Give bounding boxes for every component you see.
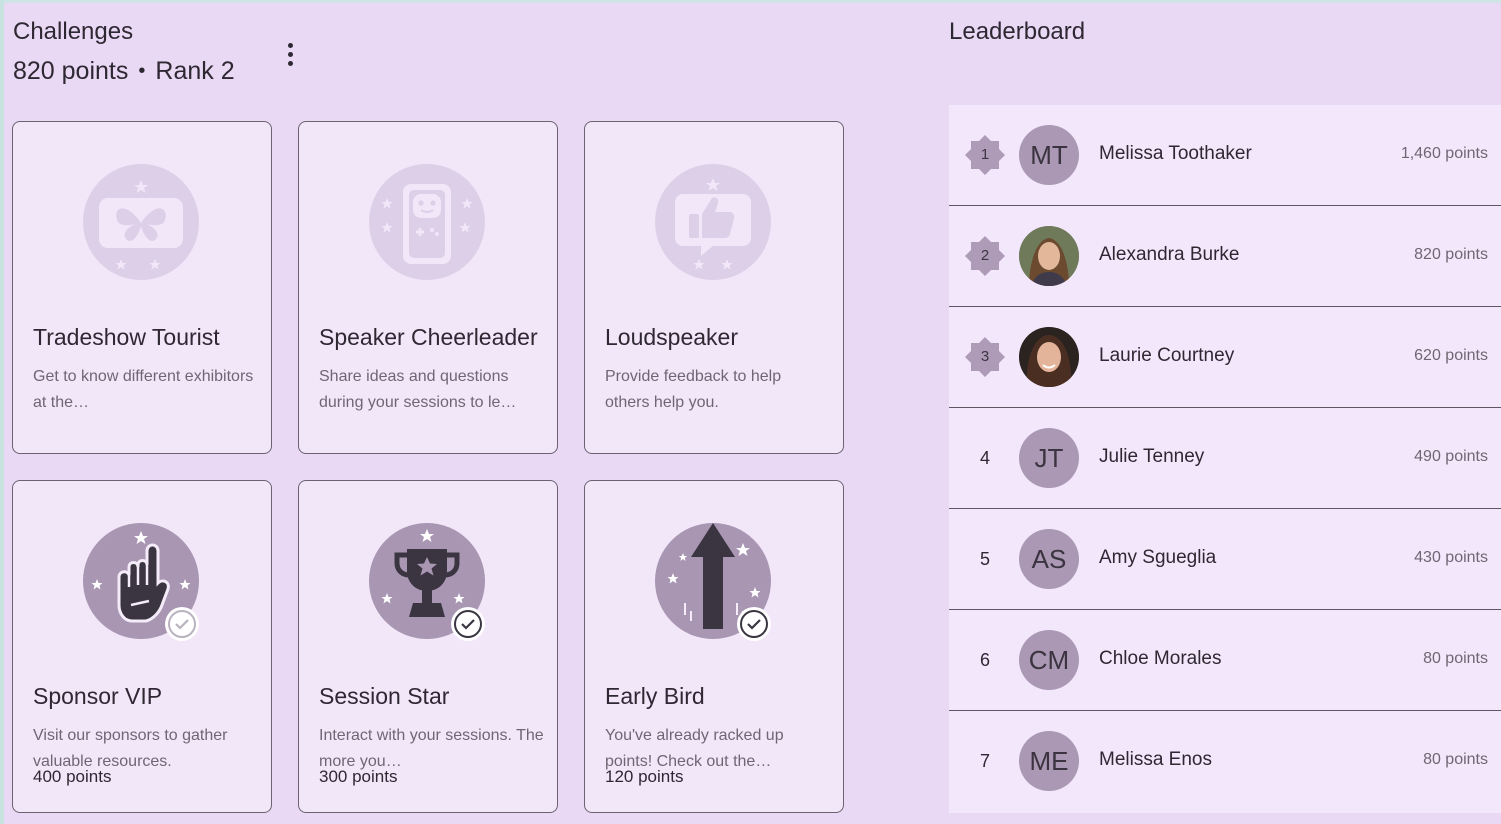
challenge-title: Sponsor VIP xyxy=(33,683,163,709)
robot-phone-badge-icon xyxy=(369,164,485,280)
avatar: JT xyxy=(1019,428,1079,488)
challenge-title: Early Bird xyxy=(605,683,705,709)
challenge-points: 300 points xyxy=(319,767,398,786)
avatar: ME xyxy=(1019,731,1079,791)
more-vertical-icon[interactable] xyxy=(278,40,302,70)
leaderboard-row[interactable]: 4 JT Julie Tenney 490 points xyxy=(949,408,1501,509)
avatar: AS xyxy=(1019,529,1079,589)
leader-points: 80 points xyxy=(1423,650,1488,667)
challenges-title: Challenges xyxy=(13,18,134,45)
rank-number: 6 xyxy=(979,650,990,670)
challenge-card-loudspeaker[interactable]: Loudspeaker Provide feedback to help oth… xyxy=(584,121,844,454)
leader-name: Melissa Enos xyxy=(1099,749,1212,770)
challenge-card-early-bird[interactable]: Early Bird You've already racked up poin… xyxy=(584,480,844,813)
butterfly-ticket-badge-icon xyxy=(83,164,199,280)
rank-number: 3 xyxy=(980,348,990,365)
challenges-summary: 820 points • Rank 2 xyxy=(13,57,235,86)
rank-number: 2 xyxy=(980,247,990,264)
challenge-title: Loudspeaker xyxy=(605,324,738,350)
leader-points: 620 points xyxy=(1414,347,1488,364)
leaderboard-row[interactable]: 5 AS Amy Sgueglia 430 points xyxy=(949,509,1501,610)
challenge-title: Tradeshow Tourist xyxy=(33,324,220,350)
leaderboard-row[interactable]: 3 Laurie Courtney 620 points xyxy=(949,307,1501,408)
leader-name: Chloe Morales xyxy=(1099,648,1222,669)
leaderboard-row[interactable]: 6 CM Chloe Morales 80 points xyxy=(949,610,1501,711)
rank-number: 4 xyxy=(979,448,990,468)
completed-check-icon xyxy=(737,607,771,641)
separator: • xyxy=(138,60,146,82)
leader-name: Alexandra Burke xyxy=(1099,244,1240,265)
leader-points: 1,460 points xyxy=(1400,145,1488,162)
thumbs-up-chat-badge-icon xyxy=(655,164,771,280)
leader-points: 820 points xyxy=(1414,246,1488,263)
challenge-card-session-star[interactable]: Session Star Interact with your sessions… xyxy=(298,480,558,813)
leader-points: 80 points xyxy=(1423,751,1488,768)
challenge-card-sponsor-vip[interactable]: Sponsor VIP Visit our sponsors to gather… xyxy=(12,480,272,813)
leader-name: Melissa Toothaker xyxy=(1099,143,1252,164)
challenge-card-tradeshow-tourist[interactable]: Tradeshow Tourist Get to know different … xyxy=(12,121,272,454)
rank-text: Rank 2 xyxy=(155,57,235,85)
avatar: CM xyxy=(1019,630,1079,690)
leaderboard-row[interactable]: 7 ME Melissa Enos 80 points xyxy=(949,711,1501,812)
challenge-points: 120 points xyxy=(605,767,684,786)
leaderboard-list: 1 MT Melissa Toothaker 1,460 points 2 Al… xyxy=(949,105,1501,813)
leader-points: 430 points xyxy=(1414,549,1488,566)
rank-number: 5 xyxy=(979,549,990,569)
rank-badge-icon: 1 xyxy=(965,135,1005,175)
completed-check-icon xyxy=(451,607,485,641)
left-accent-line xyxy=(0,0,4,824)
challenge-points: 400 points xyxy=(33,767,112,786)
rank-number: 1 xyxy=(980,146,990,163)
avatar-photo xyxy=(1019,226,1079,286)
avatar: MT xyxy=(1019,125,1079,185)
avatar-photo xyxy=(1019,327,1079,387)
rank-number: 7 xyxy=(979,751,990,771)
challenge-title: Session Star xyxy=(319,683,450,709)
challenge-description: Provide feedback to help others help you… xyxy=(605,368,782,411)
leader-points: 490 points xyxy=(1414,448,1488,465)
leaderboard-row[interactable]: 1 MT Melissa Toothaker 1,460 points xyxy=(949,105,1501,206)
challenge-description: Share ideas and questions during your se… xyxy=(319,368,517,411)
leader-name: Laurie Courtney xyxy=(1099,345,1235,366)
completed-check-icon xyxy=(165,607,199,641)
rank-badge-icon: 3 xyxy=(965,337,1005,377)
leader-name: Amy Sgueglia xyxy=(1099,547,1217,568)
leaderboard-row[interactable]: 2 Alexandra Burke 820 points xyxy=(949,206,1501,307)
challenge-description: Get to know different exhibitors at the… xyxy=(33,368,254,411)
total-points: 820 points xyxy=(13,57,129,85)
rank-badge-icon: 2 xyxy=(965,236,1005,276)
top-accent-line xyxy=(0,0,1501,3)
challenge-card-speaker-cheerleader[interactable]: Speaker Cheerleader Share ideas and ques… xyxy=(298,121,558,454)
leaderboard-title: Leaderboard xyxy=(949,18,1086,45)
leader-name: Julie Tenney xyxy=(1099,446,1205,467)
challenge-title: Speaker Cheerleader xyxy=(319,324,538,350)
